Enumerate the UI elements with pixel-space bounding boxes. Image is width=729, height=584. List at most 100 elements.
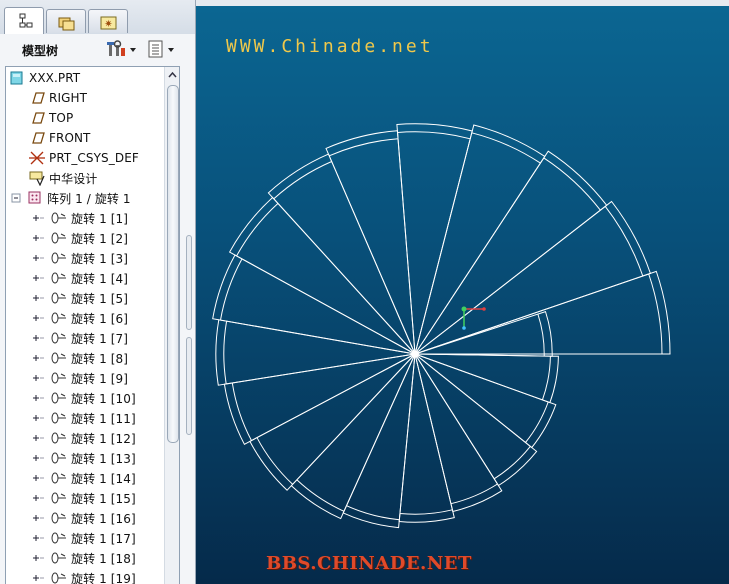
tree-title: 模型树	[22, 44, 59, 58]
tree-item-label: 旋转 1 [5]	[71, 291, 129, 306]
expand-icon[interactable]	[30, 210, 50, 226]
tab-favorites[interactable]: ✷	[88, 9, 128, 33]
revolve-icon	[50, 370, 68, 386]
tree-item-label: 旋转 1 [17]	[71, 531, 136, 546]
tree-item-label: 阵列 1 / 旋转 1	[47, 191, 131, 206]
tree-settings-button[interactable]	[106, 38, 140, 60]
tree-item-label: 旋转 1 [6]	[71, 311, 129, 326]
revolve-icon	[50, 450, 68, 466]
tree-item-revolve[interactable]: 旋转 1 [17]	[30, 528, 136, 548]
collapse-icon[interactable]	[10, 190, 24, 206]
expand-icon[interactable]	[30, 550, 50, 566]
stair-step	[228, 196, 416, 355]
tree-item-right[interactable]: RIGHT	[28, 88, 87, 108]
scroll-thumb[interactable]	[167, 85, 179, 443]
tree-item-root[interactable]: XXX.PRT	[8, 68, 80, 88]
model-tree-icon	[19, 13, 33, 28]
tree-item-revolve[interactable]: 旋转 1 [15]	[30, 488, 136, 508]
expand-icon[interactable]	[30, 570, 50, 584]
expand-icon[interactable]	[30, 510, 50, 526]
stair-step	[414, 353, 538, 487]
revolve-icon	[50, 410, 68, 426]
tree-item-revolve[interactable]: 旋转 1 [18]	[30, 548, 136, 568]
tree-item-label: FRONT	[49, 131, 91, 145]
expand-icon[interactable]	[30, 250, 50, 266]
expand-icon[interactable]	[30, 470, 50, 486]
expand-icon[interactable]	[30, 310, 50, 326]
tree-item-label: 旋转 1 [13]	[71, 451, 136, 466]
tree-item-revolve[interactable]: 旋转 1 [7]	[30, 328, 128, 348]
expand-icon[interactable]	[30, 230, 50, 246]
tree-toolbar: 模型树	[0, 34, 195, 64]
expand-icon[interactable]	[30, 290, 50, 306]
watermark-bottom: BBS.CHINADE.NET	[266, 553, 472, 574]
revolve-icon	[50, 510, 68, 526]
stair-step	[267, 153, 416, 355]
tree-item-label: 旋转 1 [11]	[71, 411, 136, 426]
revolve-icon	[50, 530, 68, 546]
tree-item-revolve[interactable]: 旋转 1 [10]	[30, 388, 136, 408]
csys-triad	[461, 306, 486, 330]
tree-item-revolve[interactable]: 旋转 1 [16]	[30, 508, 136, 528]
csys-icon	[28, 150, 46, 166]
expand-icon[interactable]	[30, 370, 50, 386]
expand-icon[interactable]	[30, 330, 50, 346]
tree-item-revolve[interactable]: 旋转 1 [2]	[30, 228, 128, 248]
expand-icon[interactable]	[30, 490, 50, 506]
tree-item-revolve[interactable]: 旋转 1 [9]	[30, 368, 128, 388]
panel-splitter[interactable]	[186, 235, 193, 435]
tree-item-top[interactable]: TOP	[28, 108, 73, 128]
revolve-icon	[50, 310, 68, 326]
graphics-viewport[interactable]: WWW.Chinade.net BBS.CHINADE.NET	[196, 6, 729, 584]
spiral-stair-model	[212, 123, 671, 529]
revolve-icon	[50, 390, 68, 406]
model-tree-panel: ✷ 模型树 XXX.PRT RIGHT TOP FRONT PRT_CSYS_D…	[0, 0, 196, 584]
svg-text:✷: ✷	[104, 19, 112, 30]
tree-item-front[interactable]: FRONT	[28, 128, 91, 148]
expand-icon[interactable]	[30, 390, 50, 406]
scroll-up-button[interactable]	[165, 67, 179, 83]
tree-item-revolve[interactable]: 旋转 1 [13]	[30, 448, 136, 468]
revolve-icon	[50, 350, 68, 366]
tree-item-pattern[interactable]: 阵列 1 / 旋转 1	[10, 188, 131, 208]
revolve-icon	[50, 470, 68, 486]
expand-icon[interactable]	[30, 350, 50, 366]
tree-item-label: RIGHT	[49, 91, 88, 105]
tree-item-revolve[interactable]: 旋转 1 [1]	[30, 208, 128, 228]
tab-model-tree[interactable]	[4, 7, 44, 35]
tree-item-revolve[interactable]: 旋转 1 [19]	[30, 568, 136, 584]
splitter-handle-bottom[interactable]	[186, 337, 192, 435]
tree-item-label: PRT_CSYS_DEF	[49, 151, 139, 165]
tree-item-label: 旋转 1 [9]	[71, 371, 129, 386]
revolve-icon	[50, 430, 68, 446]
show-options-icon	[148, 40, 174, 58]
tree-item-sketch[interactable]: 中华设计	[28, 168, 97, 188]
tree-item-label: 旋转 1 [12]	[71, 431, 136, 446]
navigator-tabs: ✷	[0, 0, 195, 35]
stair-step	[223, 353, 416, 445]
expand-icon[interactable]	[30, 530, 50, 546]
expand-icon[interactable]	[30, 270, 50, 286]
show-options-button[interactable]	[146, 38, 180, 60]
splitter-handle-top[interactable]	[186, 235, 192, 330]
tree-item-revolve[interactable]: 旋转 1 [5]	[30, 288, 128, 308]
tree-scrollbar[interactable]	[164, 67, 179, 584]
favorites-icon: ✷	[100, 16, 117, 30]
tree-item-revolve[interactable]: 旋转 1 [8]	[30, 348, 128, 368]
sketch-icon	[28, 170, 46, 187]
tree-item-label: 旋转 1 [7]	[71, 331, 129, 346]
tab-folder-browser[interactable]	[46, 9, 86, 33]
tree-item-revolve[interactable]: 旋转 1 [6]	[30, 308, 128, 328]
tree-item-revolve[interactable]: 旋转 1 [3]	[30, 248, 128, 268]
tree-item-label: 旋转 1 [2]	[71, 231, 129, 246]
tree-item-csys[interactable]: PRT_CSYS_DEF	[28, 148, 139, 168]
tree-item-label: 旋转 1 [16]	[71, 511, 136, 526]
expand-icon[interactable]	[30, 430, 50, 446]
tree-item-revolve[interactable]: 旋转 1 [12]	[30, 428, 136, 448]
tree-item-revolve[interactable]: 旋转 1 [14]	[30, 468, 136, 488]
tree-item-revolve[interactable]: 旋转 1 [11]	[30, 408, 136, 428]
tree-item-revolve[interactable]: 旋转 1 [4]	[30, 268, 128, 288]
expand-icon[interactable]	[30, 450, 50, 466]
expand-icon[interactable]	[30, 410, 50, 426]
datum-plane-icon	[28, 130, 46, 146]
